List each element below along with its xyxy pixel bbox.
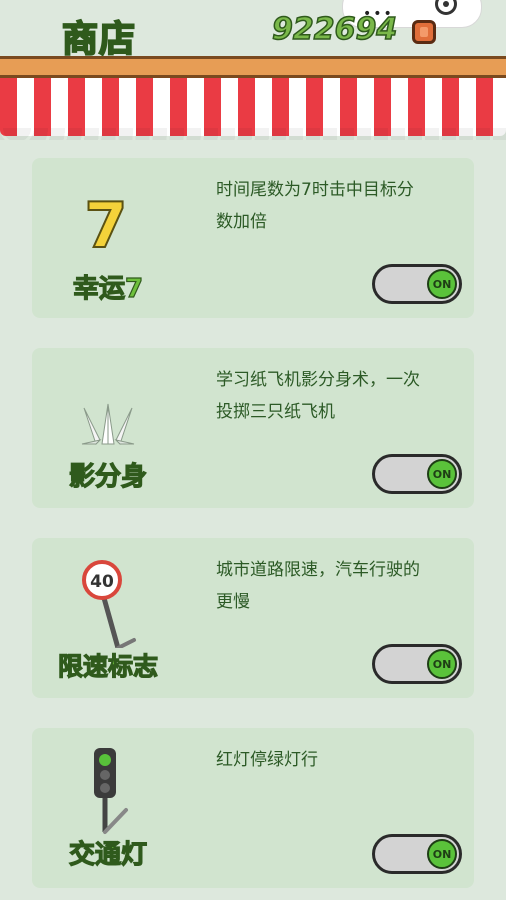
shop-card-lucky7: 7 幸运7 时间尾数为7时击中目标分 数加倍 ON	[32, 158, 474, 318]
desc-line-2: 更慢	[216, 592, 250, 612]
item-name: 限速标志	[57, 651, 158, 681]
close-icon[interactable]	[435, 0, 457, 15]
item-name: 交通灯	[68, 839, 147, 870]
toggle-speed-limit[interactable]: ON	[372, 644, 462, 684]
coin-icon	[412, 20, 436, 44]
awning-rail	[0, 56, 506, 78]
toggle-traffic-light[interactable]: ON	[372, 834, 462, 874]
shop-header: ••• 商店 922694	[0, 0, 506, 61]
desc-line-1: 城市道路限速，汽车行驶的	[216, 560, 420, 580]
item-name: 幸运7	[72, 273, 144, 304]
awning-shadow	[0, 128, 506, 140]
item-description: 红灯停绿灯行	[216, 744, 466, 776]
toggle-knob: ON	[427, 649, 457, 679]
shop-card-shadow-clone: 影分身 学习纸飞机影分身术，一次 投掷三只纸飞机 ON	[32, 348, 474, 508]
item-name: 影分身	[68, 461, 147, 492]
desc-line-1: 学习纸飞机影分身术，一次	[216, 370, 420, 390]
toggle-lucky7[interactable]: ON	[372, 264, 462, 304]
lucky-seven-icon: 7	[83, 189, 128, 262]
coin-balance: 922694	[271, 11, 398, 48]
toggle-knob: ON	[427, 839, 457, 869]
shop-card-traffic-light: 交通灯 红灯停绿灯行 ON	[32, 728, 474, 888]
sign-text: 40	[90, 572, 114, 592]
desc-line-1: 红灯停绿灯行	[216, 750, 318, 770]
toggle-knob: ON	[427, 269, 457, 299]
traffic-light-icon	[94, 748, 128, 834]
desc-line-2: 投掷三只纸飞机	[216, 402, 335, 422]
item-description: 时间尾数为7时击中目标分 数加倍	[216, 174, 466, 238]
item-description: 城市道路限速，汽车行驶的 更慢	[216, 554, 466, 618]
toggle-knob: ON	[427, 459, 457, 489]
paper-plane-icon	[81, 403, 135, 445]
desc-line-1: 时间尾数为7时击中目标分	[216, 180, 414, 200]
speed-limit-sign-icon: 40	[82, 560, 136, 648]
desc-line-2: 数加倍	[216, 212, 267, 232]
shop-card-speed-limit: 40 限速标志 城市道路限速，汽车行驶的 更慢 ON	[32, 538, 474, 698]
item-description: 学习纸飞机影分身术，一次 投掷三只纸飞机	[216, 364, 466, 428]
toggle-shadow-clone[interactable]: ON	[372, 454, 462, 494]
